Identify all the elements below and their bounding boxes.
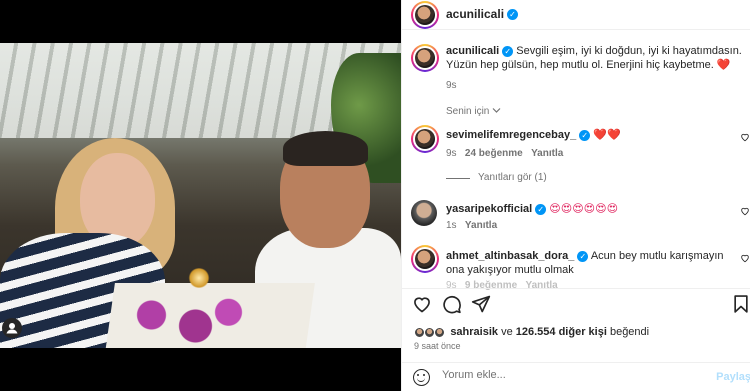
comment-like-heart-icon[interactable]	[740, 253, 750, 266]
comment-composer: Paylaş	[402, 362, 750, 391]
post-photo[interactable]	[0, 43, 401, 348]
instagram-post-modal: acunilicali ✓ acunilicali ✓ Sevgili eşim, …	[0, 0, 750, 391]
save-bookmark-icon[interactable]	[731, 294, 750, 314]
author-avatar-image	[415, 5, 435, 25]
liker-avatars[interactable]	[414, 326, 446, 338]
chevron-down-icon	[492, 106, 501, 117]
likes-suffix: beğendi	[609, 326, 650, 338]
comment-username[interactable]: ahmet_altinbasak_dora_	[446, 250, 574, 262]
replies-divider	[446, 178, 470, 179]
comment-username[interactable]: sevimelifemregencebay_	[446, 129, 576, 141]
photo-flowers	[135, 293, 245, 348]
comment-bubble-icon[interactable]	[442, 294, 462, 314]
emoji-smiley-icon[interactable]	[413, 369, 430, 386]
tagged-user-icon[interactable]	[2, 318, 22, 338]
comment-meta: 1s Yanıtla	[446, 220, 497, 231]
comment-avatar-image	[415, 129, 435, 149]
comment-avatar[interactable]	[411, 200, 437, 226]
author-username[interactable]: acunilicali ✓	[446, 7, 519, 21]
comment-item: sevimelifemregencebay_ ✓ ❤️❤️	[446, 128, 736, 142]
post-header: acunilicali ✓	[402, 0, 750, 30]
view-replies-button[interactable]: Yanıtları gör (1)	[478, 172, 547, 183]
post-actions	[402, 288, 750, 318]
liker-avatar	[434, 326, 446, 338]
caption-avatar[interactable]	[411, 44, 439, 72]
author-avatar[interactable]	[411, 1, 439, 29]
comment-text: ❤️❤️	[593, 129, 621, 141]
comment-time[interactable]: 9s	[446, 148, 457, 159]
first-liker[interactable]: sahraisik	[450, 326, 498, 338]
post-comment-button[interactable]: Paylaş	[716, 371, 750, 383]
comment-avatar-image	[415, 249, 435, 269]
verified-badge-icon: ✓	[535, 203, 547, 215]
comment-meta: 9s 24 beğenme Yanıtla	[446, 148, 563, 159]
caption: acunilicali ✓ Sevgili eşim, iyi ki doğdun…	[446, 44, 746, 72]
for-you-label[interactable]: Senin için	[446, 106, 501, 117]
comment-like-heart-icon[interactable]	[740, 132, 750, 145]
photo-man-hair	[283, 131, 368, 166]
likes-connector: ve	[501, 326, 513, 338]
others-liked-link[interactable]: 126.554 diğer kişi	[516, 326, 607, 338]
verified-badge-icon: ✓	[577, 250, 589, 262]
photo-candle	[188, 268, 210, 288]
verified-badge-icon: ✓	[579, 129, 591, 141]
comment-reply-button[interactable]: Yanıtla	[465, 220, 497, 231]
comment-item: ahmet_altinbasak_dora_ ✓ Acun bey mutlu k…	[446, 249, 736, 277]
caption-time[interactable]: 9s	[446, 80, 457, 91]
like-heart-icon[interactable]	[412, 294, 432, 314]
comment-likes[interactable]: 24 beğenme	[465, 148, 523, 159]
post-timestamp[interactable]: 9 saat önce	[414, 341, 461, 351]
comment-input[interactable]	[442, 369, 702, 381]
for-you-text: Senin için	[446, 106, 490, 117]
caption-username[interactable]: acunilicali	[446, 45, 499, 57]
caption-avatar-image	[415, 48, 435, 68]
comment-username[interactable]: yasaripekofficial	[446, 203, 532, 215]
comment-text: 😍😍😍😍😍😍	[549, 203, 619, 215]
verified-badge-icon: ✓	[507, 9, 519, 21]
comment-reply-button[interactable]: Yanıtla	[531, 148, 563, 159]
post-sidebar: acunilicali ✓ acunilicali ✓ Sevgili eşim, …	[401, 0, 750, 391]
share-send-icon[interactable]	[471, 294, 491, 314]
likes-summary: sahraisik ve 126.554 diğer kişi beğendi	[414, 326, 649, 338]
author-username-text[interactable]: acunilicali	[446, 7, 504, 21]
comment-time[interactable]: 1s	[446, 220, 457, 231]
comment-item: yasaripekofficial ✓ 😍😍😍😍😍😍	[446, 202, 736, 216]
caption-emoji: ❤️	[716, 59, 731, 71]
comment-like-heart-icon[interactable]	[740, 206, 750, 219]
comment-avatar[interactable]	[411, 125, 439, 153]
verified-badge-icon: ✓	[502, 45, 514, 57]
media-pane	[0, 0, 401, 391]
comment-avatar[interactable]	[411, 245, 439, 273]
